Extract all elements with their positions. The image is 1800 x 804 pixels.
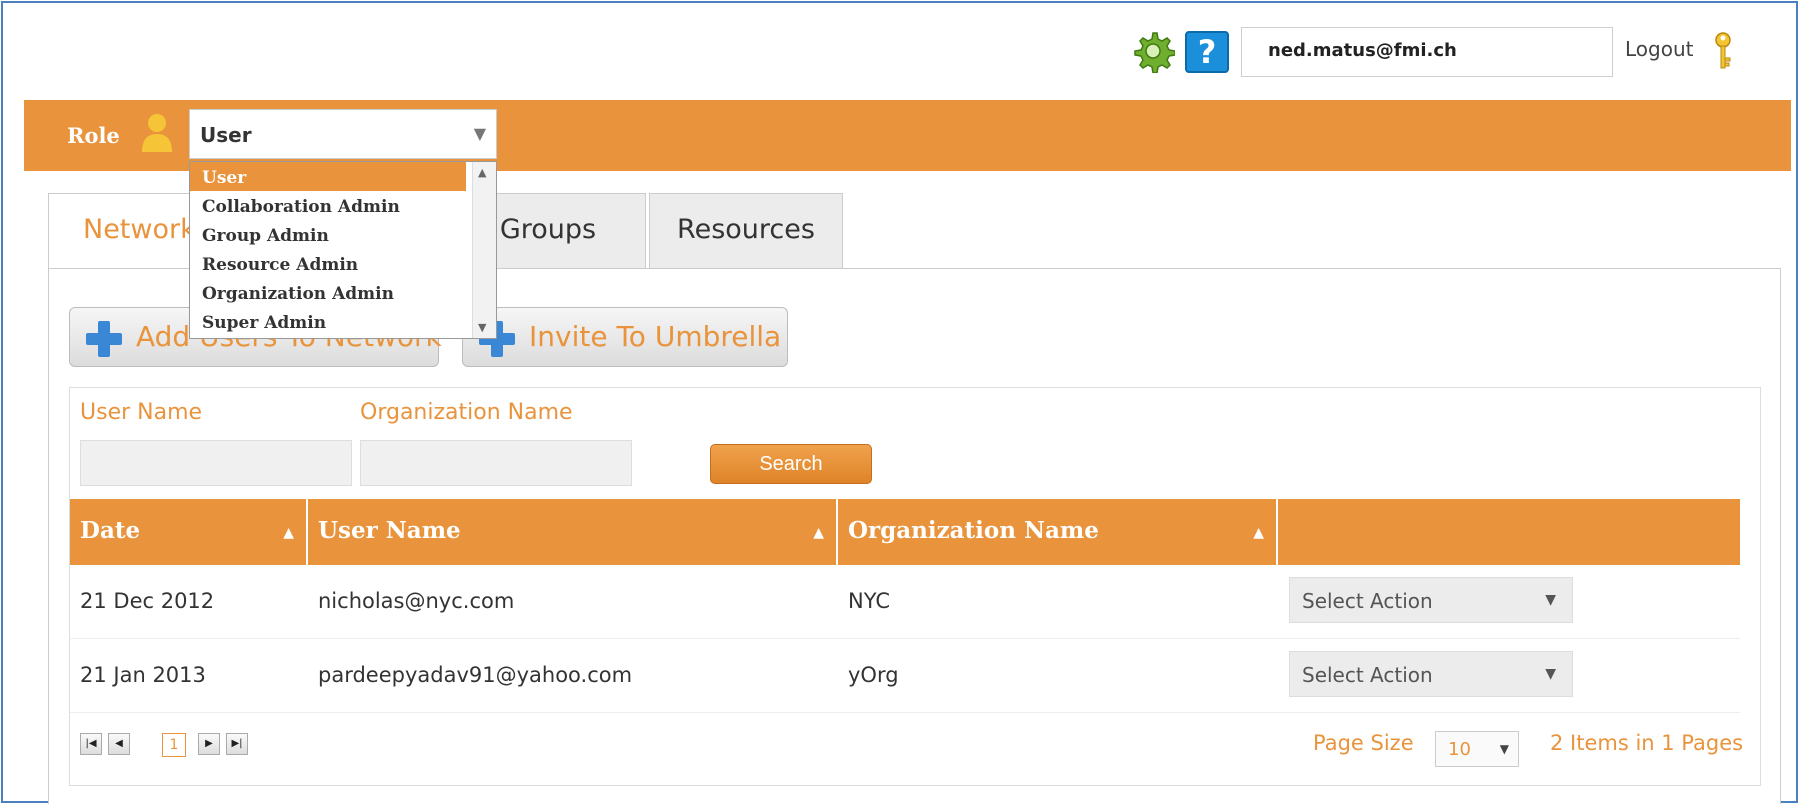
table-row: 21 Dec 2012 nicholas@nyc.com NYC Select … bbox=[70, 565, 1740, 639]
gear-icon[interactable] bbox=[1131, 29, 1175, 73]
row-user-name: pardeepyadav91@yahoo.com bbox=[318, 663, 633, 687]
chevron-down-icon: ▼ bbox=[1545, 666, 1556, 682]
page-number-current[interactable]: 1 bbox=[162, 733, 186, 757]
scroll-down-icon[interactable]: ▼ bbox=[478, 321, 486, 334]
role-dropdown-list: User Collaboration Admin Group Admin Res… bbox=[189, 161, 497, 339]
column-header-actions bbox=[1278, 499, 1740, 565]
column-header-user-name[interactable]: User Name ▲ bbox=[308, 499, 838, 565]
chevron-down-icon: ▼ bbox=[1545, 592, 1556, 608]
user-name-filter-input[interactable] bbox=[80, 440, 352, 486]
tab-resources[interactable]: Resources bbox=[649, 193, 843, 269]
column-header-label: Organization Name bbox=[848, 517, 1099, 544]
invite-label: Invite To Umbrella bbox=[529, 320, 782, 353]
row-date: 21 Jan 2013 bbox=[80, 663, 206, 687]
page-size-select[interactable]: 10 ▼ bbox=[1435, 731, 1519, 767]
user-email-field: ned.matus@fmi.ch bbox=[1241, 27, 1613, 77]
chevron-down-icon: ▼ bbox=[473, 124, 486, 143]
scroll-up-icon[interactable]: ▲ bbox=[478, 166, 486, 179]
column-header-org-name[interactable]: Organization Name ▲ bbox=[838, 499, 1278, 565]
first-page-button[interactable]: |◀ bbox=[80, 733, 102, 755]
select-action-dropdown[interactable]: Select Action ▼ bbox=[1289, 577, 1573, 623]
role-select[interactable]: User ▼ bbox=[189, 109, 497, 159]
chevron-down-icon: ▼ bbox=[1499, 742, 1509, 756]
next-page-button[interactable]: ▶ bbox=[198, 733, 220, 755]
role-option-user[interactable]: User bbox=[190, 162, 466, 191]
sort-asc-icon[interactable]: ▲ bbox=[283, 525, 294, 541]
help-icon[interactable]: ? bbox=[1185, 31, 1229, 73]
column-header-label: User Name bbox=[318, 517, 461, 544]
row-org-name: NYC bbox=[848, 589, 891, 613]
invite-button[interactable]: Invite To Umbrella bbox=[462, 307, 788, 367]
sort-asc-icon[interactable]: ▲ bbox=[813, 525, 824, 541]
user-icon bbox=[142, 114, 172, 152]
dropdown-scrollbar[interactable]: ▲ ▼ bbox=[472, 162, 496, 338]
sort-asc-icon[interactable]: ▲ bbox=[1253, 525, 1264, 541]
role-option-collaboration-admin[interactable]: Collaboration Admin bbox=[190, 191, 466, 220]
row-date: 21 Dec 2012 bbox=[80, 589, 215, 613]
role-option-super-admin[interactable]: Super Admin bbox=[190, 307, 466, 336]
plus-icon bbox=[86, 321, 122, 357]
users-grid: User Name Organization Name Search Date … bbox=[69, 387, 1761, 786]
key-icon bbox=[1715, 32, 1731, 69]
user-name-filter-label: User Name bbox=[80, 400, 203, 425]
prev-page-button[interactable]: ◀ bbox=[108, 733, 130, 755]
network-panel: Add Users To Network Invite To Umbrella … bbox=[48, 268, 1781, 804]
role-option-group-admin[interactable]: Group Admin bbox=[190, 220, 466, 249]
last-page-button[interactable]: ▶| bbox=[226, 733, 248, 755]
role-select-value: User bbox=[200, 123, 252, 147]
org-name-filter-input[interactable] bbox=[360, 440, 632, 486]
table-header: Date ▲ User Name ▲ Organization Name ▲ bbox=[70, 499, 1740, 565]
row-org-name: yOrg bbox=[848, 663, 899, 687]
app-window: ? ned.matus@fmi.ch Logout Role User ▼ Us… bbox=[1, 1, 1798, 804]
row-user-name: nicholas@nyc.com bbox=[318, 589, 515, 613]
select-action-label: Select Action bbox=[1302, 663, 1433, 687]
select-action-label: Select Action bbox=[1302, 589, 1433, 613]
org-name-filter-label: Organization Name bbox=[360, 400, 573, 425]
search-button[interactable]: Search bbox=[710, 444, 872, 484]
page-size-value: 10 bbox=[1448, 739, 1471, 760]
role-label: Role bbox=[67, 123, 120, 148]
logout-link[interactable]: Logout bbox=[1625, 37, 1693, 61]
column-header-date[interactable]: Date ▲ bbox=[70, 499, 308, 565]
items-summary: 2 Items in 1 Pages bbox=[1550, 731, 1744, 755]
select-action-dropdown[interactable]: Select Action ▼ bbox=[1289, 651, 1573, 697]
column-header-label: Date bbox=[80, 517, 141, 544]
role-option-resource-admin[interactable]: Resource Admin bbox=[190, 249, 466, 278]
role-option-organization-admin[interactable]: Organization Admin bbox=[190, 278, 466, 307]
table-row: 21 Jan 2013 pardeepyadav91@yahoo.com yOr… bbox=[70, 639, 1740, 713]
page-size-label: Page Size bbox=[1313, 731, 1414, 755]
